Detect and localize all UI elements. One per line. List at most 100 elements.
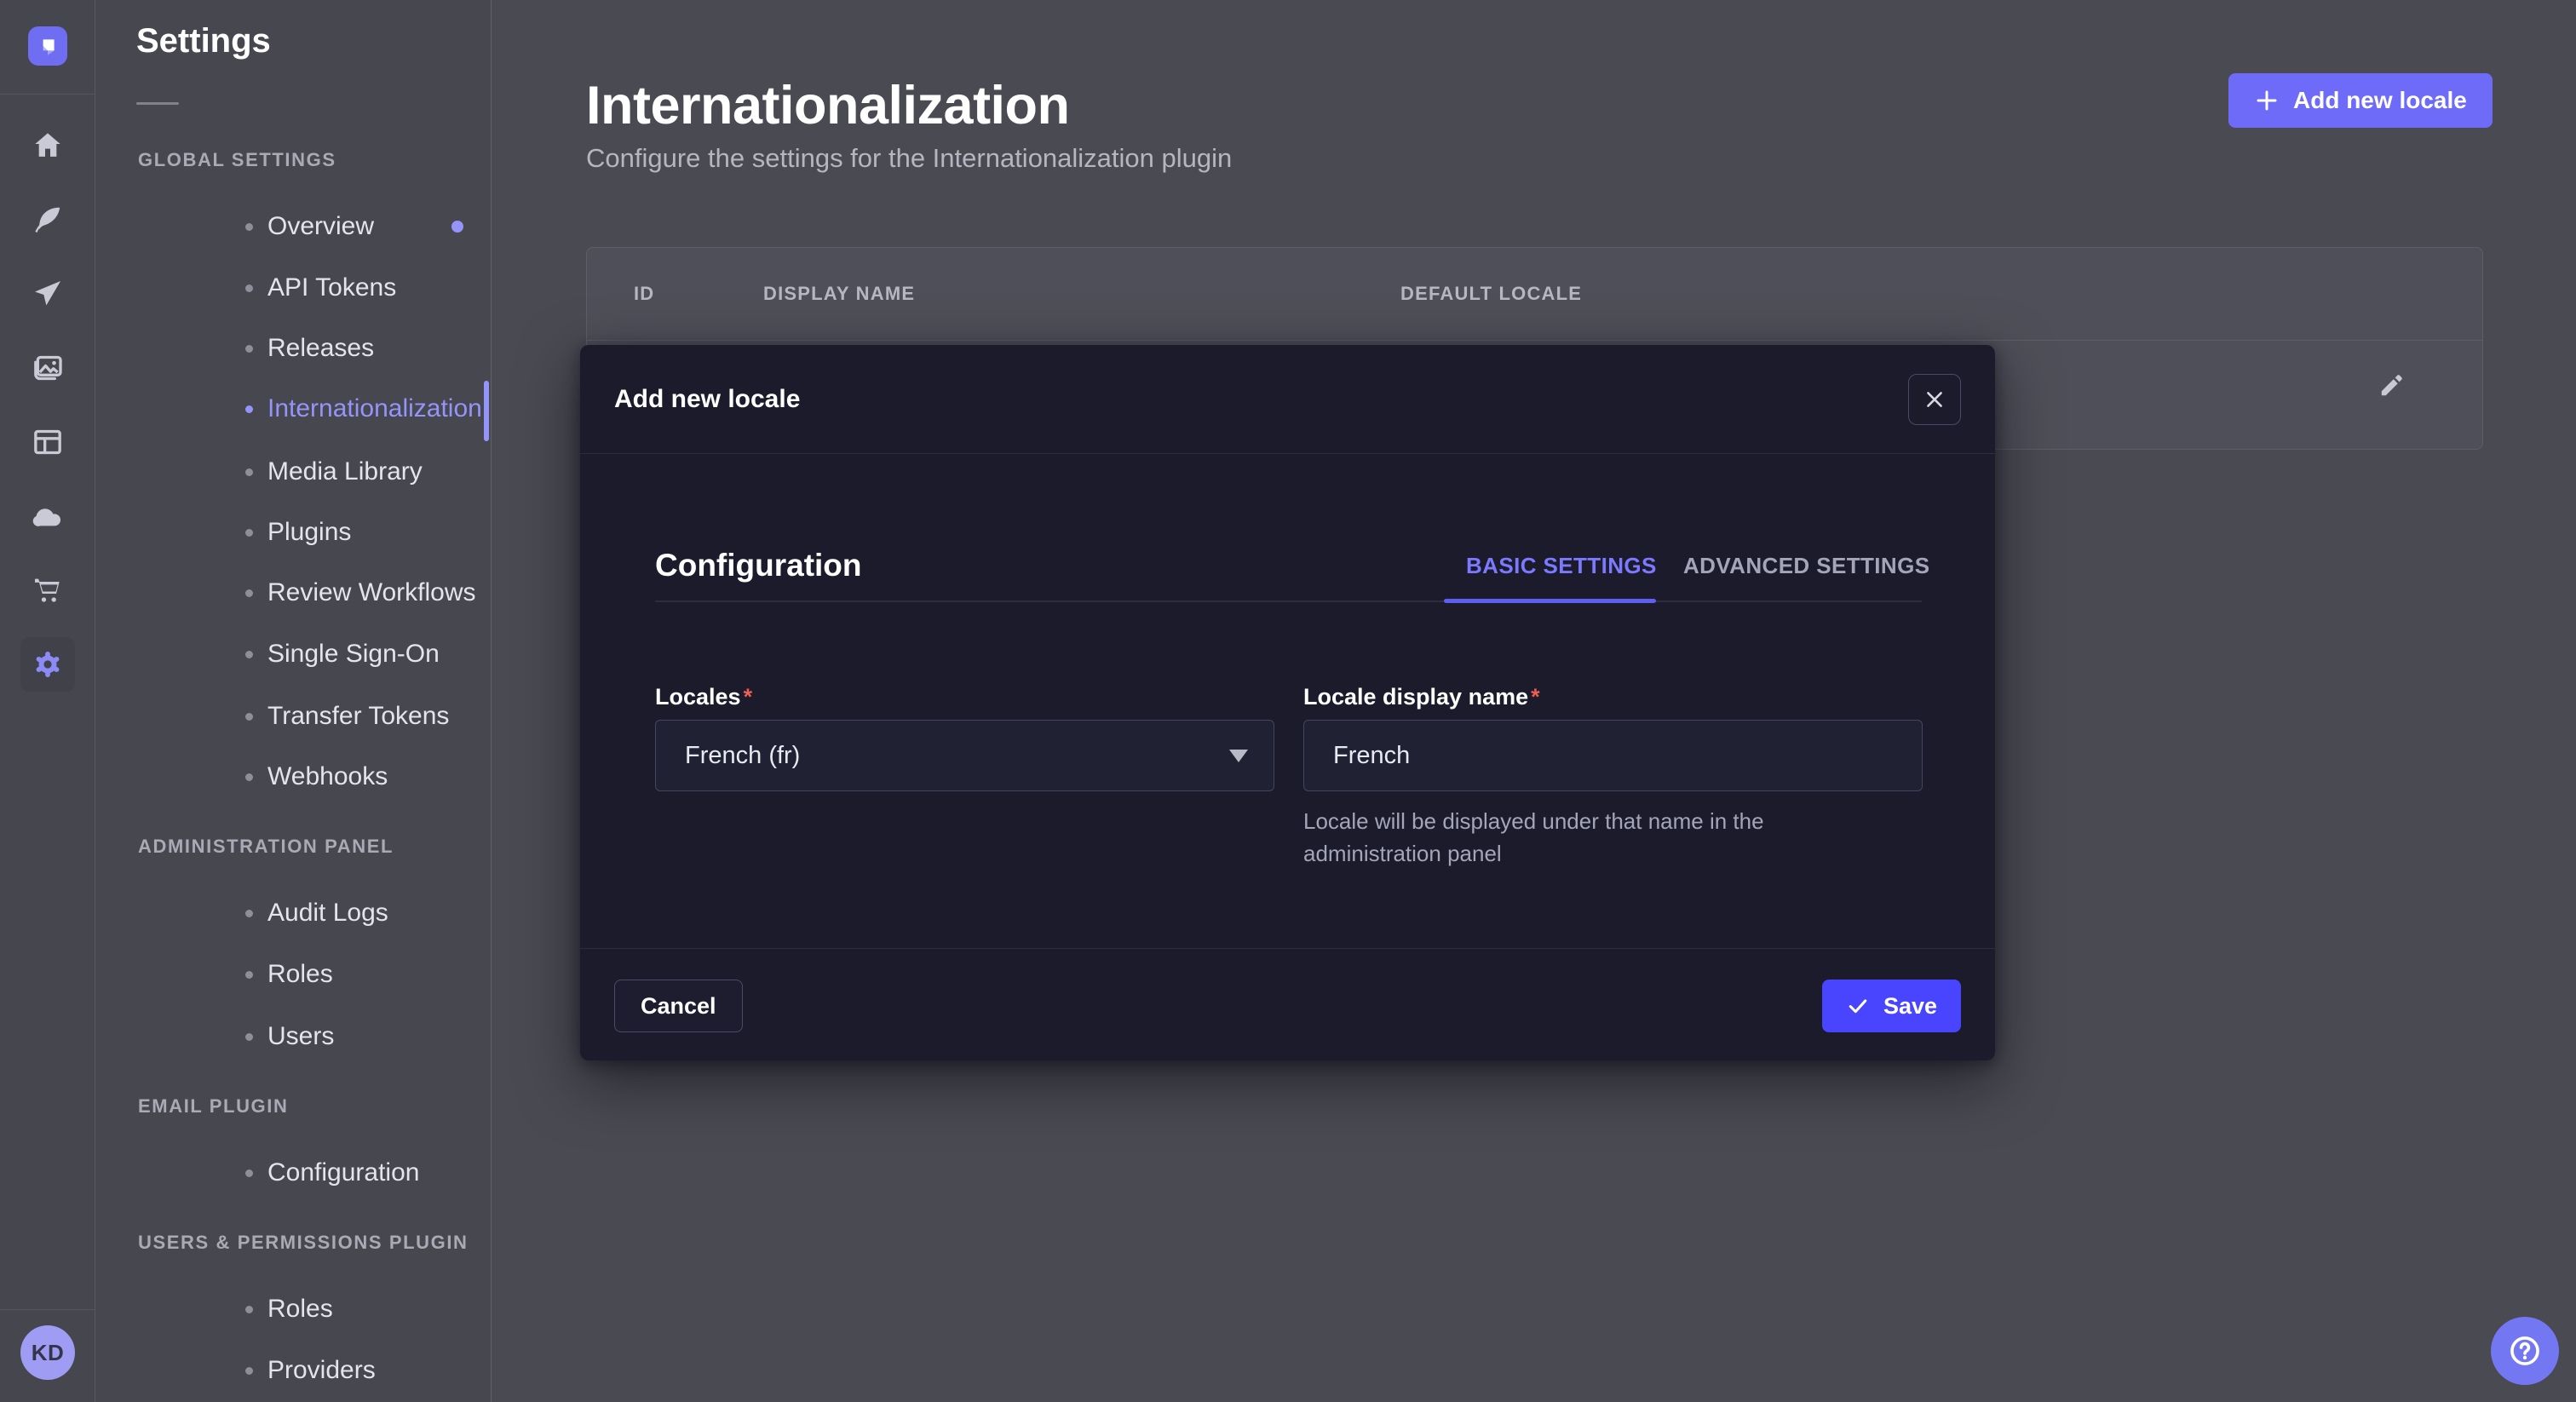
display-name-hint: Locale will be displayed under that name…	[1303, 805, 1870, 870]
sidebar-item-single-sign-on[interactable]: Single Sign-On	[95, 635, 491, 673]
sidebar-item-media-library[interactable]: Media Library	[95, 453, 491, 491]
configuration-section-title: Configuration	[655, 548, 862, 583]
sidebar-item-label: Internationalization	[267, 394, 482, 423]
locales-field-label: Locales*	[655, 684, 752, 710]
page-title: Internationalization	[586, 75, 1070, 136]
sidebar-item-email-configuration[interactable]: Configuration	[95, 1154, 491, 1192]
sidebar-item-internationalization[interactable]: Internationalization	[95, 390, 491, 428]
bullet-icon	[245, 910, 253, 917]
sidebar-item-label: API Tokens	[267, 273, 396, 302]
display-name-field-label: Locale display name*	[1303, 684, 1540, 710]
bullet-icon	[245, 773, 253, 781]
add-new-locale-button[interactable]: Add new locale	[2228, 73, 2493, 128]
bullet-icon	[245, 1306, 253, 1313]
settings-nav-item[interactable]	[0, 627, 95, 701]
strapi-logo[interactable]	[28, 26, 67, 66]
question-mark-icon	[2506, 1332, 2544, 1370]
column-header-default-locale: DEFAULT LOCALE	[1400, 248, 1582, 340]
sidebar-item-label: Review Workflows	[267, 578, 476, 607]
feather-icon[interactable]	[0, 182, 95, 256]
sidebar-item-label: Webhooks	[267, 762, 388, 791]
active-item-indicator	[484, 381, 489, 441]
help-button[interactable]	[2491, 1317, 2559, 1385]
sidebar-item-label: Releases	[267, 334, 374, 363]
sidebar-item-audit-logs[interactable]: Audit Logs	[95, 894, 491, 932]
tab-advanced-settings[interactable]: ADVANCED SETTINGS	[1683, 553, 1929, 579]
bullet-icon	[245, 589, 253, 597]
check-icon	[1846, 994, 1870, 1018]
cart-icon[interactable]	[0, 553, 95, 627]
settings-gear-icon	[20, 637, 75, 692]
strapi-logo-icon	[37, 35, 59, 57]
close-icon	[1923, 388, 1946, 411]
main-nav-rail: KD	[0, 0, 95, 1402]
sidebar-item-label: Roles	[267, 960, 333, 989]
column-header-display-name: DISPLAY NAME	[763, 248, 915, 340]
bullet-icon	[245, 223, 253, 231]
sidebar-item-transfer-tokens[interactable]: Transfer Tokens	[95, 698, 491, 735]
rail-divider	[0, 94, 95, 95]
bullet-icon	[245, 284, 253, 292]
paper-plane-icon[interactable]	[0, 256, 95, 330]
bullet-icon	[245, 713, 253, 721]
chevron-down-icon	[1229, 750, 1248, 762]
sidebar-item-providers[interactable]: Providers	[95, 1352, 491, 1389]
sidebar-item-api-tokens[interactable]: API Tokens	[95, 269, 491, 307]
cancel-button[interactable]: Cancel	[614, 980, 743, 1032]
bullet-icon	[245, 971, 253, 979]
column-header-id: ID	[634, 248, 654, 340]
sidebar-item-webhooks[interactable]: Webhooks	[95, 758, 491, 796]
bullet-icon	[245, 1367, 253, 1375]
sidebar-item-label: Roles	[267, 1295, 333, 1324]
cloud-icon[interactable]	[0, 479, 95, 553]
sidebar-title: Settings	[136, 22, 271, 60]
section-header-email-plugin: EMAIL PLUGIN	[138, 1095, 288, 1118]
page-subtitle: Configure the settings for the Internati…	[586, 143, 1232, 174]
required-asterisk: *	[741, 684, 753, 710]
modal-title: Add new locale	[614, 385, 800, 414]
active-tab-underline	[1444, 599, 1656, 603]
bullet-icon	[245, 529, 253, 537]
required-asterisk: *	[1528, 684, 1540, 710]
user-avatar[interactable]: KD	[20, 1325, 75, 1380]
sidebar-item-users[interactable]: Users	[95, 1018, 491, 1055]
sidebar-item-review-workflows[interactable]: Review Workflows	[95, 574, 491, 612]
sidebar-item-label: Audit Logs	[267, 899, 388, 928]
table-header-row: ID DISPLAY NAME DEFAULT LOCALE	[587, 248, 2482, 340]
sidebar-item-roles-up[interactable]: Roles	[95, 1290, 491, 1328]
tab-basic-settings[interactable]: BASIC SETTINGS	[1466, 553, 1657, 579]
locales-select[interactable]: French (fr)	[655, 720, 1274, 791]
locale-display-name-input[interactable]	[1303, 720, 1923, 791]
edit-locale-button[interactable]	[2366, 360, 2417, 411]
save-button[interactable]: Save	[1822, 980, 1961, 1032]
close-modal-button[interactable]	[1908, 374, 1961, 425]
sidebar-item-releases[interactable]: Releases	[95, 330, 491, 367]
display-name-label-text: Locale display name	[1303, 684, 1528, 710]
locales-label-text: Locales	[655, 684, 741, 710]
sidebar-item-overview[interactable]: Overview	[95, 208, 491, 245]
sidebar-item-label: Single Sign-On	[267, 640, 440, 669]
bullet-icon	[245, 345, 253, 353]
locales-select-value: French (fr)	[685, 742, 800, 770]
plus-icon	[2254, 88, 2280, 113]
sidebar-item-plugins[interactable]: Plugins	[95, 514, 491, 551]
sidebar-item-label: Overview	[267, 212, 374, 241]
sidebar-item-roles-admin[interactable]: Roles	[95, 956, 491, 993]
modal-header: Add new locale	[580, 345, 1995, 454]
media-library-icon[interactable]	[0, 330, 95, 405]
rail-bottom-divider	[0, 1309, 95, 1310]
layout-icon[interactable]	[0, 405, 95, 479]
bullet-icon	[245, 1169, 253, 1177]
sidebar-item-label: Transfer Tokens	[267, 702, 449, 731]
sidebar-item-label: Plugins	[267, 518, 351, 547]
sidebar-item-label: Providers	[267, 1356, 376, 1385]
bullet-icon	[245, 468, 253, 476]
avatar-initials: KD	[32, 1340, 65, 1366]
bullet-icon	[245, 651, 253, 658]
save-button-label: Save	[1883, 993, 1937, 1020]
modal-footer-divider	[580, 948, 1995, 949]
home-icon[interactable]	[0, 108, 95, 182]
add-new-locale-modal: Add new locale Configuration BASIC SETTI…	[580, 345, 1995, 1060]
table-header-divider	[587, 340, 2482, 341]
add-new-locale-label: Add new locale	[2293, 87, 2467, 114]
